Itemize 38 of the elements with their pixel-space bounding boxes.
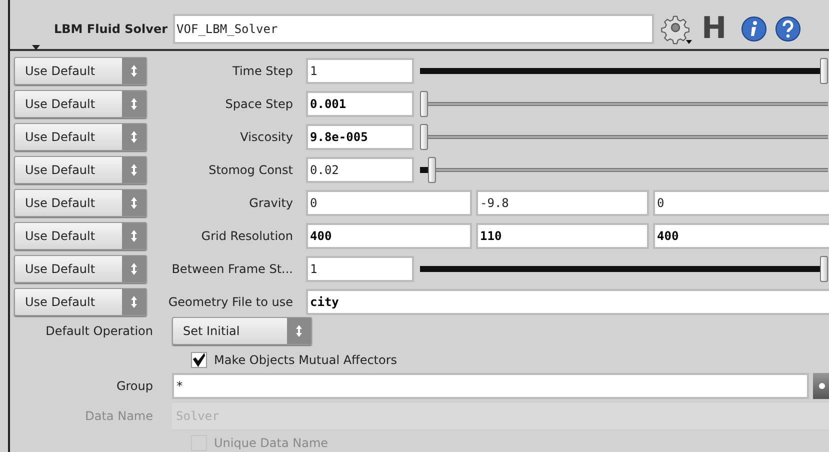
input-field[interactable]: 1 — [306, 256, 414, 282]
parameter-label: Grid Resolution — [200, 228, 294, 244]
parameter-label: Between Frame St... — [170, 260, 294, 278]
node-type-label: LBM Fluid Solver — [54, 20, 168, 38]
input-field[interactable]: 0.001 — [306, 90, 414, 116]
checkbox-label: Unique Data Name — [214, 435, 328, 452]
use-default-button[interactable]: Use Default — [14, 156, 147, 184]
use-default-button[interactable]: Use Default — [14, 254, 147, 282]
parameter-label: Geometry File to use — [167, 294, 294, 310]
input-field[interactable]: city — [306, 288, 829, 314]
checkbox-label: Make Objects Mutual Affectors — [214, 352, 398, 369]
parameter-label: Space Step — [224, 96, 294, 112]
use-default-button[interactable]: Use Default — [14, 122, 147, 150]
use-default-button[interactable]: Use Default — [14, 188, 147, 216]
input-field[interactable]: 9.8e-005 — [306, 124, 414, 150]
input-field[interactable]: 0 — [306, 190, 472, 216]
parameter-label: Time Step — [231, 62, 294, 80]
parameter-label: Stomog Const — [208, 162, 294, 178]
input-field[interactable]: 110 — [476, 222, 649, 248]
operation-dropdown[interactable]: Set Initial — [172, 317, 312, 345]
use-default-button[interactable]: Use Default — [14, 222, 147, 250]
parameter-label: Group — [115, 378, 154, 395]
parameter-label: Viscosity — [239, 128, 294, 146]
input-field[interactable]: 1 — [306, 58, 414, 84]
group-field[interactable]: * — [172, 373, 809, 399]
parameter-label: Default Operation — [44, 323, 154, 340]
input-field[interactable]: 0 — [653, 190, 829, 216]
use-default-button[interactable]: Use Default — [14, 90, 147, 118]
input-field[interactable]: -9.8 — [476, 190, 649, 216]
use-default-button[interactable]: Use Default — [14, 288, 147, 316]
parameter-label: Gravity — [248, 194, 294, 212]
input-field[interactable]: 0.02 — [306, 156, 414, 182]
help-menu[interactable]: H — [702, 14, 727, 44]
input-field[interactable]: 400 — [653, 222, 829, 248]
input-field[interactable]: 400 — [306, 222, 472, 248]
parameter-label: Data Name — [84, 408, 154, 425]
use-default-button[interactable]: Use Default — [14, 56, 147, 84]
node-name-field[interactable]: VOF_LBM_Solver — [172, 14, 654, 44]
